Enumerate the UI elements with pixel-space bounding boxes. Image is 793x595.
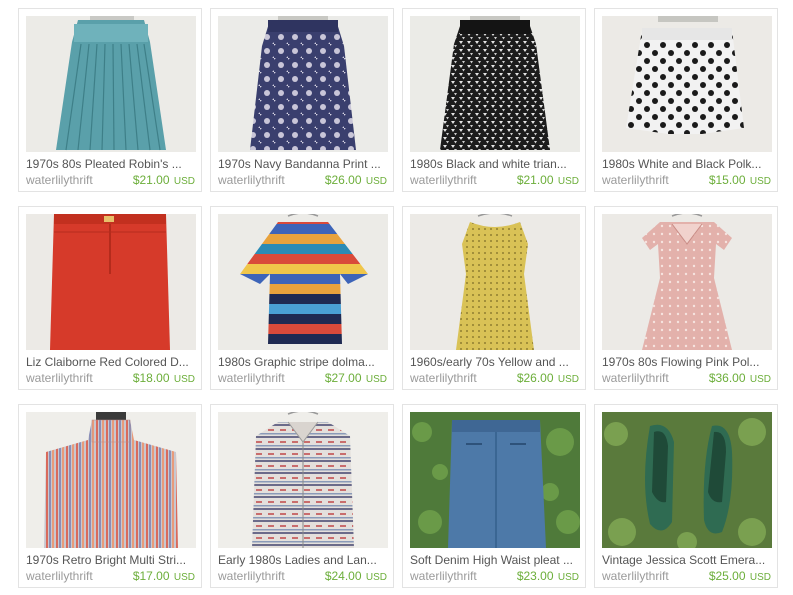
listing-image-yellow-dress[interactable] — [410, 214, 580, 350]
listing-image-multi-stripe-top[interactable] — [26, 412, 196, 548]
listing-price: $21.00 USD — [133, 173, 195, 189]
price-currency: USD — [365, 176, 387, 187]
listing-image-green-shoes[interactable] — [602, 412, 772, 548]
shop-name[interactable]: waterlilythrift — [602, 173, 669, 187]
listing-image-navy-skirt[interactable] — [218, 16, 388, 152]
shop-name[interactable]: waterlilythrift — [410, 371, 477, 385]
shop-name[interactable]: waterlilythrift — [602, 371, 669, 385]
price-amount: $24.00 — [324, 569, 362, 583]
price-currency: USD — [365, 374, 387, 385]
price-currency: USD — [557, 572, 579, 583]
listing-title[interactable]: Soft Denim High Waist pleat ... — [410, 553, 582, 567]
listing-title[interactable]: 1980s Graphic stripe dolma... — [218, 355, 390, 369]
listing-image-teal-skirt[interactable] — [26, 16, 196, 152]
listing-price: $18.00 USD — [133, 371, 195, 387]
listing-price: $17.00 USD — [133, 569, 195, 585]
listing-title[interactable]: 1970s Retro Bright Multi Stri... — [26, 553, 198, 567]
price-amount: $36.00 — [708, 371, 746, 385]
listing-card[interactable]: Vintage Jessica Scott Emera... waterlily… — [594, 404, 778, 588]
listing-card[interactable]: 1970s Navy Bandanna Print ... waterlilyt… — [210, 8, 394, 192]
listing-grid: 1970s 80s Pleated Robin's ... waterlilyt… — [0, 0, 793, 595]
price-currency: USD — [557, 374, 579, 385]
price-amount: $21.00 — [516, 173, 554, 187]
listing-card[interactable]: 1970s 80s Flowing Pink Pol... waterlilyt… — [594, 206, 778, 390]
price-amount: $26.00 — [324, 173, 362, 187]
price-currency: USD — [173, 572, 195, 583]
listing-card[interactable]: Soft Denim High Waist pleat ... waterlil… — [402, 404, 586, 588]
price-currency: USD — [749, 176, 771, 187]
listing-price: $26.00 USD — [325, 173, 387, 189]
listing-image-print-blouse[interactable] — [218, 412, 388, 548]
listing-price: $15.00 USD — [709, 173, 771, 189]
listing-card[interactable]: 1980s White and Black Polk... waterlilyt… — [594, 8, 778, 192]
price-amount: $27.00 — [324, 371, 362, 385]
listing-card[interactable]: Liz Claiborne Red Colored D... waterlily… — [18, 206, 202, 390]
shop-name[interactable]: waterlilythrift — [26, 173, 93, 187]
price-amount: $21.00 — [132, 173, 170, 187]
listing-card[interactable]: 1980s Black and white trian... waterlily… — [402, 8, 586, 192]
price-currency: USD — [173, 176, 195, 187]
price-amount: $17.00 — [132, 569, 170, 583]
listing-card[interactable]: 1960s/early 70s Yellow and ... waterlily… — [402, 206, 586, 390]
shop-name[interactable]: waterlilythrift — [410, 569, 477, 583]
listing-card[interactable]: 1980s Graphic stripe dolma... waterlilyt… — [210, 206, 394, 390]
listing-image-stripe-dress[interactable] — [218, 214, 388, 350]
shop-name[interactable]: waterlilythrift — [26, 569, 93, 583]
listing-title[interactable]: Vintage Jessica Scott Emera... — [602, 553, 774, 567]
price-currency: USD — [173, 374, 195, 385]
listing-title[interactable]: 1970s 80s Flowing Pink Pol... — [602, 355, 774, 369]
price-currency: USD — [749, 572, 771, 583]
listing-title[interactable]: 1980s White and Black Polk... — [602, 157, 774, 171]
listing-image-pink-dress[interactable] — [602, 214, 772, 350]
price-currency: USD — [749, 374, 771, 385]
listing-card[interactable]: 1970s Retro Bright Multi Stri... waterli… — [18, 404, 202, 588]
listing-image-black-white-skirt[interactable] — [410, 16, 580, 152]
shop-name[interactable]: waterlilythrift — [218, 569, 285, 583]
listing-image-denim-jeans[interactable] — [410, 412, 580, 548]
listing-title[interactable]: 1980s Black and white trian... — [410, 157, 582, 171]
listing-title[interactable]: 1960s/early 70s Yellow and ... — [410, 355, 582, 369]
price-amount: $26.00 — [516, 371, 554, 385]
shop-name[interactable]: waterlilythrift — [410, 173, 477, 187]
listing-card[interactable]: 1970s 80s Pleated Robin's ... waterlilyt… — [18, 8, 202, 192]
listing-price: $23.00 USD — [517, 569, 579, 585]
shop-name[interactable]: waterlilythrift — [602, 569, 669, 583]
listing-image-red-skirt[interactable] — [26, 214, 196, 350]
listing-price: $36.00 USD — [709, 371, 771, 387]
shop-name[interactable]: waterlilythrift — [218, 371, 285, 385]
listing-price: $27.00 USD — [325, 371, 387, 387]
price-amount: $25.00 — [708, 569, 746, 583]
shop-name[interactable]: waterlilythrift — [218, 173, 285, 187]
listing-image-polka-dot-skirt[interactable] — [602, 16, 772, 152]
price-amount: $15.00 — [708, 173, 746, 187]
price-amount: $18.00 — [132, 371, 170, 385]
listing-price: $25.00 USD — [709, 569, 771, 585]
listing-price: $21.00 USD — [517, 173, 579, 189]
listing-title[interactable]: Early 1980s Ladies and Lan... — [218, 553, 390, 567]
listing-price: $26.00 USD — [517, 371, 579, 387]
price-currency: USD — [365, 572, 387, 583]
listing-title[interactable]: 1970s 80s Pleated Robin's ... — [26, 157, 198, 171]
listing-title[interactable]: Liz Claiborne Red Colored D... — [26, 355, 198, 369]
listing-price: $24.00 USD — [325, 569, 387, 585]
listing-card[interactable]: Early 1980s Ladies and Lan... waterlilyt… — [210, 404, 394, 588]
price-amount: $23.00 — [516, 569, 554, 583]
listing-title[interactable]: 1970s Navy Bandanna Print ... — [218, 157, 390, 171]
shop-name[interactable]: waterlilythrift — [26, 371, 93, 385]
price-currency: USD — [557, 176, 579, 187]
